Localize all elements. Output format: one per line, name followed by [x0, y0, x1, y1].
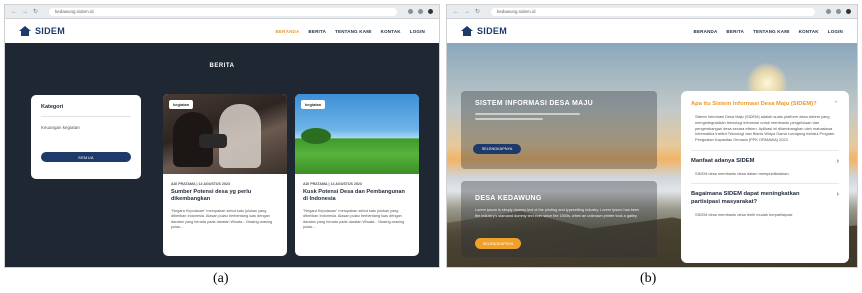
category-box: Kategori Keuangan kegiatan SEMUA	[31, 95, 141, 179]
site-logo[interactable]: SIDEM	[19, 26, 65, 36]
address-bar[interactable]: kedawung.sidem.id	[491, 7, 815, 16]
nav-item-login[interactable]: LOGIN	[410, 29, 425, 34]
site-header: SIDEM BERANDA BERITA TENTANG KAMI KONTAK…	[5, 19, 439, 43]
news-image: kegiatan	[295, 94, 419, 174]
faq-question-text: Bagaimana SIDEM dapat meningkatkan parti…	[691, 191, 800, 205]
desa-title: DESA KEDAWUNG	[475, 195, 542, 202]
chevron-right-icon[interactable]: ›	[837, 191, 839, 198]
category-tag[interactable]: kegiatan	[301, 100, 326, 109]
news-meta: ADI PRATAMA | 14 AGUSTUS 2023	[303, 182, 362, 186]
all-categories-button[interactable]: SEMUA	[41, 152, 131, 162]
faq-question-text: Manfaat adanya SIDEM	[691, 157, 755, 164]
site-header: SIDEM BERANDA BERITA TENTANG KAMI KONTAK…	[447, 19, 857, 43]
nav-item-berita[interactable]: BERITA	[726, 29, 744, 34]
category-item[interactable]: Keuangan kegiatan	[41, 125, 131, 130]
brand-name: SIDEM	[35, 26, 66, 36]
category-tag[interactable]: kegiatan	[169, 100, 194, 109]
browser-toolbar: ← → ↻ kedawung.sidem.id	[5, 5, 439, 19]
text-line	[475, 118, 543, 120]
hero-more-button[interactable]: SELENGKAPNYA	[473, 144, 521, 154]
address-bar[interactable]: kedawung.sidem.id	[49, 7, 397, 16]
back-icon[interactable]: ←	[453, 9, 459, 15]
nav-item-login[interactable]: LOGIN	[828, 29, 843, 34]
reload-icon[interactable]: ↻	[33, 9, 38, 15]
forward-icon[interactable]: →	[464, 9, 470, 15]
extension-icon[interactable]	[836, 9, 841, 14]
desa-description: Lorem ipsum is simply dummy text of the …	[475, 208, 640, 218]
faq-accordion: Apa itu Sistem Informasi Desa Maju (SIDE…	[681, 91, 849, 263]
chevron-up-icon[interactable]: ⌃	[833, 101, 839, 108]
nav-item-berita[interactable]: BERITA	[308, 29, 326, 34]
news-card[interactable]: kegiatan ADI PRATAMA | 14 AGUSTUS 2023 S…	[163, 94, 287, 256]
hero-title: SISTEM INFORMASI DESA MAJU	[475, 100, 593, 107]
faq-answer: Sistem Informasi Desa Maju (SIDEM) adala…	[695, 114, 835, 142]
profile-icon[interactable]	[846, 9, 851, 14]
screenshot-panel-a: ← → ↻ kedawung.sidem.id SIDEM BERANDA BE…	[4, 4, 440, 268]
extension-icon[interactable]	[826, 9, 831, 14]
chevron-right-icon[interactable]: ›	[837, 158, 839, 165]
image-figure	[199, 134, 227, 148]
category-title: Kategori	[41, 104, 64, 110]
news-meta: ADI PRATAMA | 14 AGUSTUS 2023	[171, 182, 230, 186]
forward-icon[interactable]: →	[22, 9, 28, 15]
extension-icon[interactable]	[408, 9, 413, 14]
nav-item-kontak[interactable]: KONTAK	[799, 29, 819, 34]
news-image: kegiatan	[163, 94, 287, 174]
news-title[interactable]: Sumber Potensi desa yg perlu dikembangka…	[171, 189, 279, 203]
news-excerpt: "Negara Kepulauan" merupakan sebut satu …	[303, 208, 405, 229]
faq-question[interactable]: Apa itu Sistem Informasi Desa Maju (SIDE…	[691, 101, 839, 108]
faq-question[interactable]: Bagaimana SIDEM dapat meningkatkan parti…	[691, 191, 839, 205]
faq-answer: SIDEM desa membantu desa lebih mudah ber…	[695, 211, 793, 217]
divider	[691, 149, 839, 151]
news-excerpt: "Negara Kepulauan" merupakan sebut satu …	[171, 208, 273, 229]
faq-question[interactable]: Manfaat adanya SIDEM ›	[691, 158, 839, 165]
reload-icon[interactable]: ↻	[475, 9, 480, 15]
nav-item-kontak[interactable]: KONTAK	[381, 29, 401, 34]
nav-item-beranda[interactable]: BERANDA	[694, 29, 718, 34]
news-title[interactable]: Kusk Potensi Desa dan Pembangunan di Ind…	[303, 189, 411, 203]
house-icon	[19, 26, 31, 36]
divider	[41, 116, 131, 117]
caption-b: (b)	[640, 271, 657, 286]
url-text: kedawung.sidem.id	[497, 9, 536, 14]
main-nav: BERANDA BERITA TENTANG KAMI KONTAK LOGIN	[694, 29, 843, 34]
caption-a: (a)	[213, 271, 229, 286]
text-line	[475, 113, 580, 115]
page-title: BERITA	[209, 63, 235, 69]
hero-subtitle	[475, 113, 625, 125]
nav-item-tentang-kami[interactable]: TENTANG KAMI	[753, 29, 790, 34]
image-tree	[301, 128, 331, 144]
faq-answer: SIDEM desa membantu desa dalam mempublik…	[695, 170, 789, 176]
faq-question-text: Apa itu Sistem Informasi Desa Maju (SIDE…	[691, 101, 817, 107]
browser-toolbar: ← → ↻ kedawung.sidem.id	[447, 5, 857, 19]
divider	[691, 183, 839, 185]
nav-item-tentang-kami[interactable]: TENTANG KAMI	[335, 29, 372, 34]
back-icon[interactable]: ←	[11, 9, 17, 15]
nav-item-beranda[interactable]: BERANDA	[276, 29, 300, 34]
main-nav: BERANDA BERITA TENTANG KAMI KONTAK LOGIN	[276, 29, 425, 34]
url-text: kedawung.sidem.id	[55, 9, 94, 14]
desa-more-button[interactable]: SELENGKAPNYA	[475, 238, 521, 249]
profile-icon[interactable]	[428, 9, 433, 14]
screenshot-panel-b: ← → ↻ kedawung.sidem.id SIDEM BERANDA BE…	[446, 4, 858, 268]
news-card[interactable]: kegiatan ADI PRATAMA | 14 AGUSTUS 2023 K…	[295, 94, 419, 256]
brand-name: SIDEM	[477, 26, 508, 36]
site-logo[interactable]: SIDEM	[461, 26, 507, 36]
house-icon	[461, 26, 473, 36]
extension-icon[interactable]	[418, 9, 423, 14]
